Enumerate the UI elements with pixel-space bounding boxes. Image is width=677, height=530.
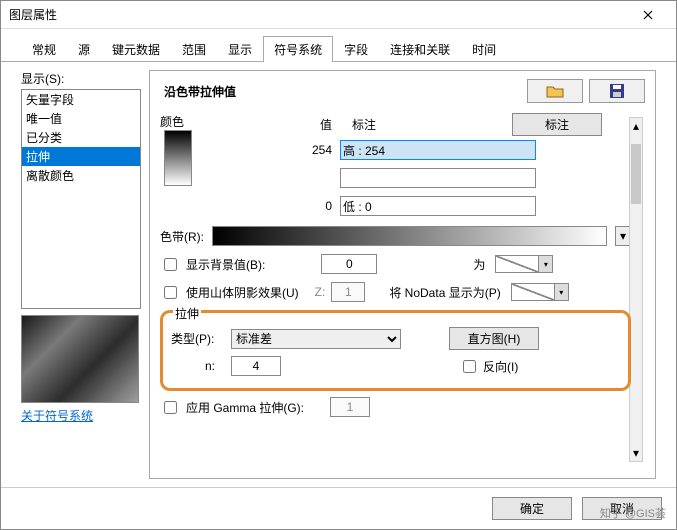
n-input[interactable] — [231, 356, 281, 376]
color-label: 颜色 — [160, 113, 184, 130]
close-icon — [643, 10, 653, 20]
stretch-type-combo[interactable]: 标准差 — [231, 329, 401, 349]
tab-fields[interactable]: 字段 — [333, 36, 379, 62]
gamma-label: 应用 Gamma 拉伸(G): — [186, 399, 304, 416]
label-button[interactable]: 标注 — [512, 113, 602, 136]
max-label-input[interactable] — [340, 140, 536, 160]
watermark: 知乎 @GIS荟 — [600, 505, 666, 521]
tab-key[interactable]: 键元数据 — [101, 36, 171, 62]
left-column: 显示(S): 矢量字段 唯一值 已分类 拉伸 离散颜色 关于符号系统 — [21, 70, 141, 479]
z-label: Z: — [315, 285, 326, 299]
invert-checkbox[interactable] — [463, 360, 476, 373]
renderer-list[interactable]: 矢量字段 唯一值 已分类 拉伸 离散颜色 — [21, 89, 141, 309]
gamma-input — [330, 397, 370, 417]
min-label-input[interactable] — [340, 196, 536, 216]
hillshade-label: 使用山体阴影效果(U) — [186, 284, 299, 301]
background-color-dropdown[interactable]: ▾ — [539, 255, 553, 273]
preview-thumbnail — [21, 315, 139, 403]
min-value: 0 — [292, 199, 332, 213]
anno-header: 标注 — [352, 116, 412, 133]
nodata-color-well[interactable] — [511, 283, 555, 301]
tab-joins[interactable]: 连接和关联 — [379, 36, 461, 62]
color-ramp[interactable] — [212, 226, 607, 246]
close-button[interactable] — [628, 1, 668, 29]
open-button[interactable] — [527, 79, 583, 103]
ok-button[interactable]: 确定 — [492, 497, 572, 520]
show-background-checkbox[interactable] — [164, 258, 177, 271]
scroll-thumb[interactable] — [631, 144, 641, 204]
tab-extent[interactable]: 范围 — [171, 36, 217, 62]
layer-properties-window: 图层属性 常规 源 键元数据 范围 显示 符号系统 字段 连接和关联 时间 显示… — [0, 0, 677, 530]
value-header: 值 — [292, 116, 332, 133]
histogram-button[interactable]: 直方图(H) — [449, 327, 539, 350]
window-title: 图层属性 — [9, 6, 628, 23]
tab-time[interactable]: 时间 — [461, 36, 507, 62]
nodata-label: 将 NoData 显示为(P) — [389, 284, 500, 301]
show-background-label: 显示背景值(B): — [186, 256, 265, 273]
nodata-color-dropdown[interactable]: ▾ — [555, 283, 569, 301]
list-item-vector[interactable]: 矢量字段 — [22, 90, 140, 109]
save-icon — [610, 84, 624, 98]
list-item-discrete[interactable]: 离散颜色 — [22, 166, 140, 185]
list-item-classified[interactable]: 已分类 — [22, 128, 140, 147]
hillshade-checkbox[interactable] — [164, 286, 177, 299]
about-symbology-link[interactable]: 关于符号系统 — [21, 407, 141, 424]
tabs: 常规 源 键元数据 范围 显示 符号系统 字段 连接和关联 时间 — [1, 29, 676, 62]
tab-general[interactable]: 常规 — [21, 36, 67, 62]
mid-label-input[interactable] — [340, 168, 536, 188]
n-label: n: — [171, 359, 223, 373]
scroll-down-icon[interactable]: ▾ — [632, 447, 640, 459]
scroll-up-icon[interactable]: ▴ — [632, 120, 640, 132]
tab-symbology[interactable]: 符号系统 — [263, 36, 333, 62]
titlebar: 图层属性 — [1, 1, 676, 29]
panel-title: 沿色带拉伸值 — [160, 83, 521, 100]
stretch-group-title: 拉伸 — [173, 305, 201, 322]
list-item-stretched[interactable]: 拉伸 — [22, 147, 140, 166]
as-label: 为 — [473, 256, 485, 273]
save-button[interactable] — [589, 79, 645, 103]
gamma-checkbox[interactable] — [164, 401, 177, 414]
panel-body: ▴ ▾ 颜色 值 标注 标注 — [160, 109, 645, 470]
list-item-unique[interactable]: 唯一值 — [22, 109, 140, 128]
right-panel: 沿色带拉伸值 ▴ ▾ 颜色 — [149, 70, 656, 479]
tab-source[interactable]: 源 — [67, 36, 101, 62]
folder-open-icon — [546, 84, 564, 98]
panel-header: 沿色带拉伸值 — [160, 79, 645, 103]
invert-label: 反向(I) — [483, 358, 518, 375]
content: 显示(S): 矢量字段 唯一值 已分类 拉伸 离散颜色 关于符号系统 沿色带拉伸… — [1, 62, 676, 487]
color-swatch[interactable] — [164, 130, 192, 186]
max-value: 254 — [292, 143, 332, 157]
stretch-group: 拉伸 类型(P): 标准差 直方图(H) n: 反向(I) — [160, 310, 631, 391]
scrollbar[interactable]: ▴ ▾ — [629, 117, 643, 462]
type-label: 类型(P): — [171, 330, 223, 347]
ramp-label: 色带(R): — [160, 228, 204, 245]
background-color-well[interactable] — [495, 255, 539, 273]
footer: 确定 取消 — [1, 487, 676, 529]
z-input — [331, 282, 365, 302]
background-value-input[interactable] — [321, 254, 377, 274]
show-label: 显示(S): — [21, 70, 141, 87]
tab-display[interactable]: 显示 — [217, 36, 263, 62]
